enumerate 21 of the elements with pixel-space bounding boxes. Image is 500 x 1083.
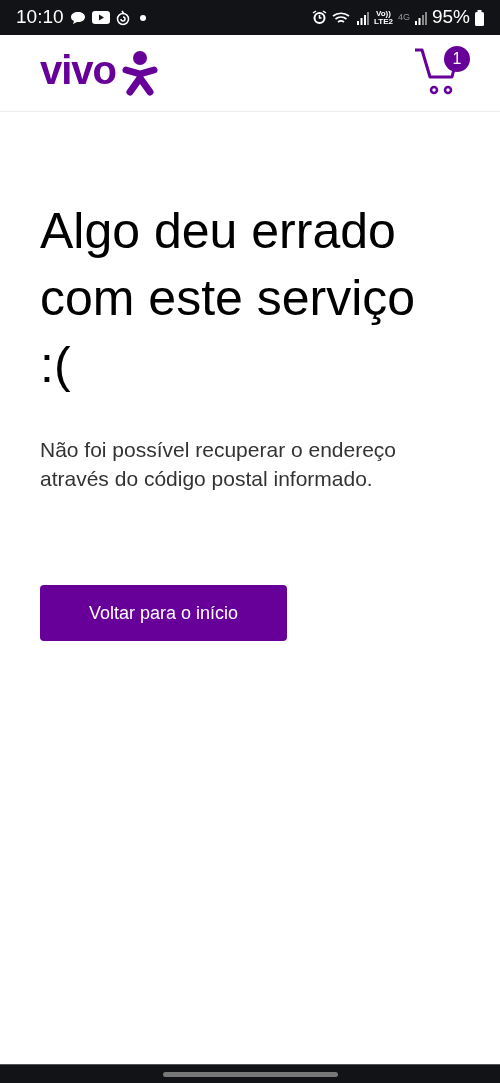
signal-icon xyxy=(357,10,369,25)
wifi-icon xyxy=(332,10,352,25)
battery-percent: 95% xyxy=(431,5,470,30)
cart-count-badge: 1 xyxy=(444,46,470,72)
volte-label: Vo)) xyxy=(376,9,391,18)
cart-button[interactable]: 1 xyxy=(414,46,470,100)
home-indicator[interactable] xyxy=(162,1071,338,1077)
swirl-icon xyxy=(115,9,130,26)
status-time: 10:10 xyxy=(16,5,64,30)
back-to-home-button[interactable]: Voltar para o início xyxy=(40,585,287,641)
error-message: Não foi possível recuperar o endereço através do código postal informado. xyxy=(40,437,398,492)
play-icon xyxy=(91,11,110,24)
vivo-logo[interactable]: vivo xyxy=(40,50,117,90)
signal-icon xyxy=(414,10,427,25)
alarm-icon xyxy=(312,10,327,25)
lte-label: LTE2 xyxy=(374,17,393,26)
chat-icon xyxy=(69,10,86,25)
battery-icon xyxy=(475,9,484,26)
stick-figure-icon xyxy=(122,50,159,96)
error-title: Algo deu errado com este serviço :( xyxy=(40,202,417,395)
network-type-label: 4G xyxy=(397,10,410,24)
